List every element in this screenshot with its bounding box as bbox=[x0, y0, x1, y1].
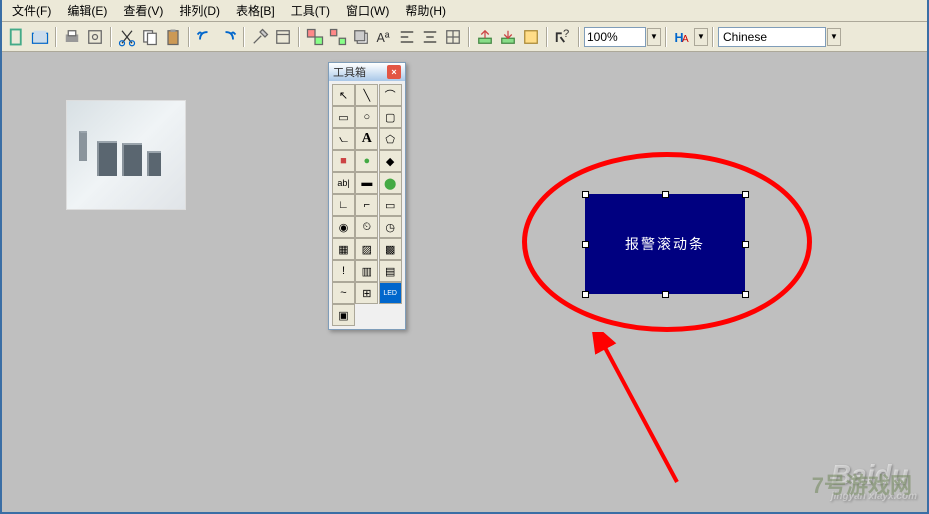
svg-text:A: A bbox=[682, 34, 689, 45]
menu-arrange[interactable]: 排列(D) bbox=[171, 0, 228, 21]
annotation-arrow bbox=[577, 332, 697, 492]
tool-angle[interactable]: ∟ bbox=[332, 194, 355, 216]
font-button[interactable]: HA bbox=[671, 26, 693, 48]
menu-edit[interactable]: 编辑(E) bbox=[59, 0, 115, 21]
alarm-label: 报警滚动条 bbox=[625, 234, 705, 254]
paste-button[interactable] bbox=[162, 26, 184, 48]
selection-handle[interactable] bbox=[742, 241, 749, 248]
tool-filled-ellipse[interactable]: ● bbox=[355, 150, 378, 172]
new-button[interactable] bbox=[6, 26, 28, 48]
align-center-button[interactable] bbox=[419, 26, 441, 48]
toolbox-title[interactable]: 工具箱 × bbox=[329, 63, 405, 81]
font-dropdown[interactable]: ▼ bbox=[694, 28, 708, 46]
selection-handle[interactable] bbox=[742, 191, 749, 198]
tool-polyline[interactable]: ⦦ bbox=[332, 128, 355, 150]
tool-line[interactable]: ╲ bbox=[355, 84, 378, 106]
tool-rectangle[interactable]: ▭ bbox=[332, 106, 355, 128]
tool-meter[interactable]: ◉ bbox=[332, 216, 355, 238]
open-button[interactable] bbox=[29, 26, 51, 48]
zoom-input[interactable]: 100% bbox=[584, 27, 646, 47]
tool-image[interactable]: ▣ bbox=[332, 304, 355, 326]
selection-handle[interactable] bbox=[582, 291, 589, 298]
menu-file[interactable]: 文件(F) bbox=[4, 0, 59, 21]
tool-curve[interactable]: ⌐ bbox=[355, 194, 378, 216]
language-dropdown[interactable]: ▼ bbox=[827, 28, 841, 46]
menu-tools[interactable]: 工具(T) bbox=[283, 0, 338, 21]
label-button[interactable]: Aª bbox=[373, 26, 395, 48]
align-left-button[interactable] bbox=[396, 26, 418, 48]
toolbox-grid: ↖╲⌒▭○▢⦦A⬠■●◆ab|▬⬤∟⌐▭◉⏲◷▦▨▩!▥▤~⊞LED▣ bbox=[329, 81, 405, 329]
close-icon[interactable]: × bbox=[387, 65, 401, 79]
toolbar: Aª ? 100% ▼ HA ▼ Chinese ▼ bbox=[2, 22, 927, 52]
menubar: 文件(F) 编辑(E) 查看(V) 排列(D) 表格[B] 工具(T) 窗口(W… bbox=[2, 0, 927, 22]
svg-text:?: ? bbox=[563, 28, 569, 40]
download-button[interactable] bbox=[497, 26, 519, 48]
menu-help[interactable]: 帮助(H) bbox=[397, 0, 454, 21]
selection-handle[interactable] bbox=[582, 241, 589, 248]
selection-handle[interactable] bbox=[662, 191, 669, 198]
redo-button[interactable] bbox=[217, 26, 239, 48]
undo-button[interactable] bbox=[194, 26, 216, 48]
menu-view[interactable]: 查看(V) bbox=[115, 0, 171, 21]
tool-polygon[interactable]: ⬠ bbox=[379, 128, 402, 150]
toolbox-panel[interactable]: 工具箱 × ↖╲⌒▭○▢⦦A⬠■●◆ab|▬⬤∟⌐▭◉⏲◷▦▨▩!▥▤~⊞LED… bbox=[328, 62, 406, 330]
compile-button[interactable] bbox=[520, 26, 542, 48]
tool-edit-text[interactable]: ab| bbox=[332, 172, 355, 194]
properties-button[interactable] bbox=[272, 26, 294, 48]
tool-pointer[interactable]: ↖ bbox=[332, 84, 355, 106]
tools-button[interactable] bbox=[249, 26, 271, 48]
tool-ellipse[interactable]: ○ bbox=[355, 106, 378, 128]
tool-pattern[interactable]: ▩ bbox=[379, 238, 402, 260]
watermark-right: 7号游戏网 bbox=[812, 468, 912, 500]
upload-button[interactable] bbox=[474, 26, 496, 48]
tool-table[interactable]: ▥ bbox=[355, 260, 378, 282]
toolbox-title-text: 工具箱 bbox=[333, 64, 366, 80]
help-button[interactable]: ? bbox=[552, 26, 574, 48]
svg-text:Aª: Aª bbox=[377, 31, 390, 45]
grid-button[interactable] bbox=[442, 26, 464, 48]
tool-hatch[interactable]: ▨ bbox=[355, 238, 378, 260]
group-button[interactable] bbox=[304, 26, 326, 48]
tool-arc[interactable]: ⌒ bbox=[379, 84, 402, 106]
menu-window[interactable]: 窗口(W) bbox=[338, 0, 397, 21]
canvas[interactable]: 工具箱 × ↖╲⌒▭○▢⦦A⬠■●◆ab|▬⬤∟⌐▭◉⏲◷▦▨▩!▥▤~⊞LED… bbox=[2, 52, 927, 512]
tool-color-bar[interactable]: ▬ bbox=[355, 172, 378, 194]
menu-table[interactable]: 表格[B] bbox=[228, 0, 283, 21]
tool-clock[interactable]: ⏲ bbox=[355, 216, 378, 238]
language-value: Chinese bbox=[723, 30, 767, 44]
language-select[interactable]: Chinese bbox=[718, 27, 826, 47]
alarm-scroll-component[interactable]: 报警滚动条 bbox=[585, 194, 745, 294]
cut-button[interactable] bbox=[116, 26, 138, 48]
tool-alarm[interactable]: ! bbox=[332, 260, 355, 282]
tool-text[interactable]: A bbox=[355, 128, 378, 150]
tool-filled-shape[interactable]: ◆ bbox=[379, 150, 402, 172]
tool-dial[interactable]: ◷ bbox=[379, 216, 402, 238]
preview-button[interactable] bbox=[84, 26, 106, 48]
zoom-dropdown[interactable]: ▼ bbox=[647, 28, 661, 46]
tool-led[interactable]: LED bbox=[379, 282, 402, 304]
print-button[interactable] bbox=[61, 26, 83, 48]
tool-trend[interactable]: ~ bbox=[332, 282, 355, 304]
selection-handle[interactable] bbox=[662, 291, 669, 298]
thumbnail-image[interactable] bbox=[66, 100, 186, 210]
tool-history[interactable]: ⊞ bbox=[355, 282, 378, 304]
tool-rounded-rect[interactable]: ▢ bbox=[379, 106, 402, 128]
copy-button[interactable] bbox=[139, 26, 161, 48]
selection-handle[interactable] bbox=[582, 191, 589, 198]
tool-filled-rect[interactable]: ■ bbox=[332, 150, 355, 172]
tool-indicator[interactable]: ⬤ bbox=[379, 172, 402, 194]
zoom-value: 100% bbox=[587, 30, 618, 44]
selection-handle[interactable] bbox=[742, 291, 749, 298]
tool-chart[interactable]: ▤ bbox=[379, 260, 402, 282]
tool-button[interactable]: ▭ bbox=[379, 194, 402, 216]
front-button[interactable] bbox=[350, 26, 372, 48]
ungroup-button[interactable] bbox=[327, 26, 349, 48]
tool-grid[interactable]: ▦ bbox=[332, 238, 355, 260]
